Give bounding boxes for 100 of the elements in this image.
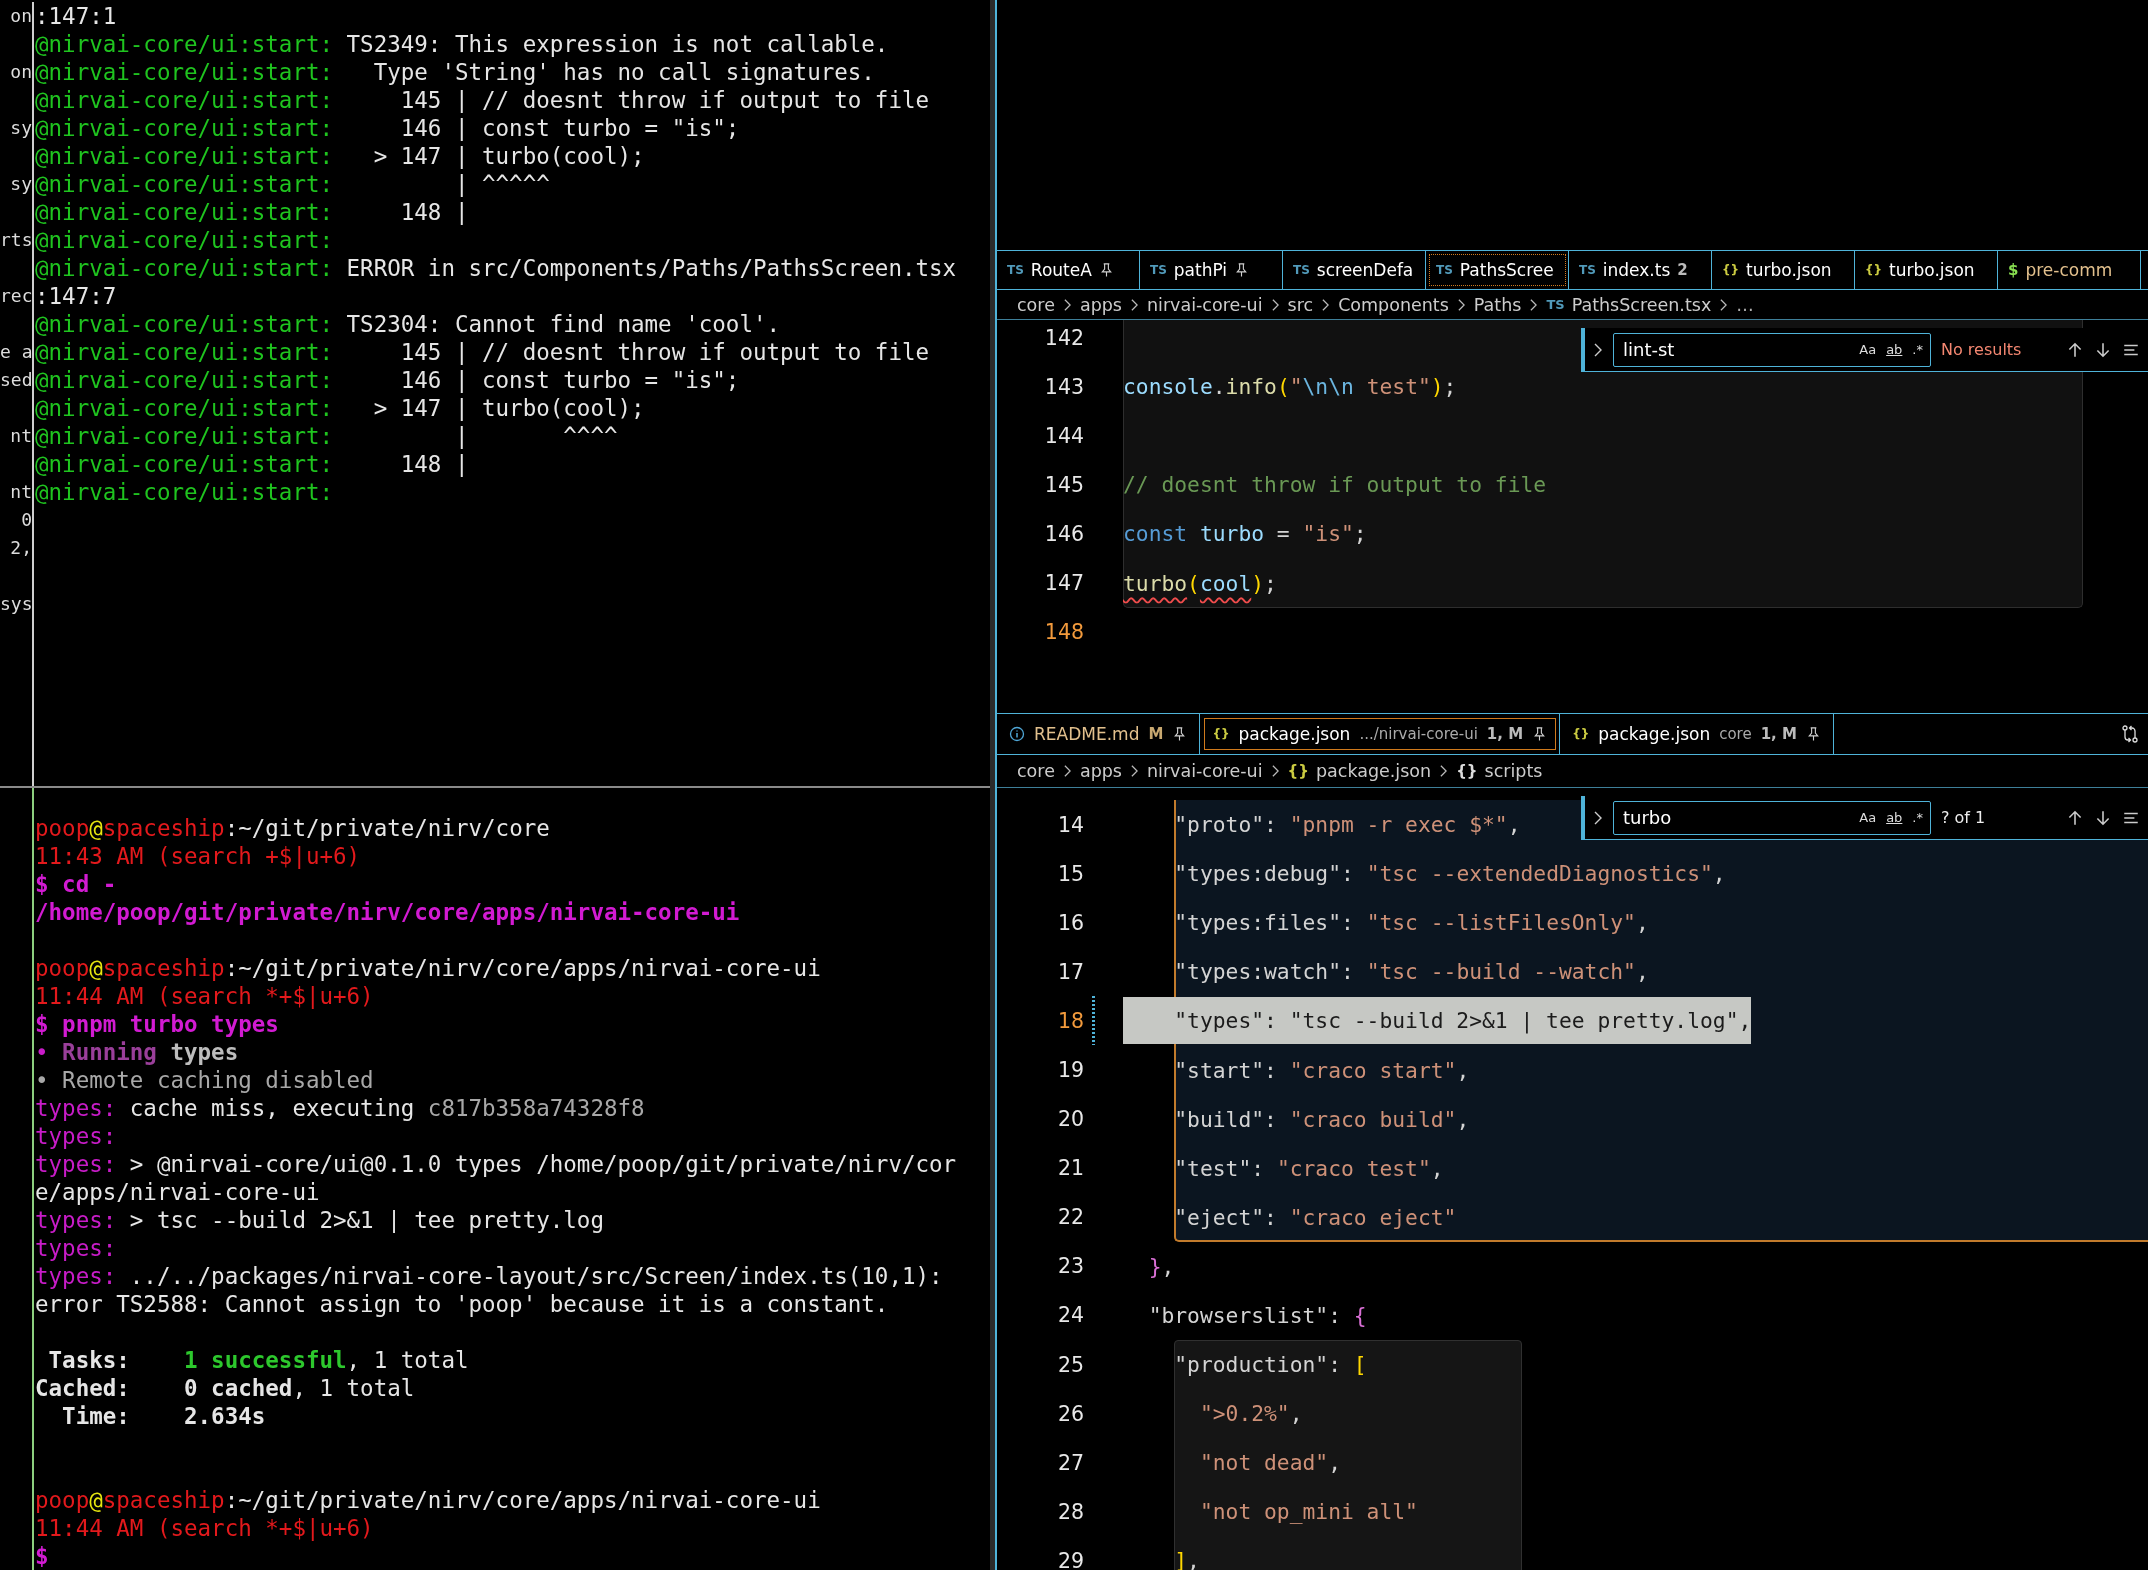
terminal-line: /home/poop/git/private/nirv/core/apps/nirvai-core-ui (35, 898, 740, 926)
chevron-icon (1321, 297, 1331, 312)
breadcrumb-item[interactable]: src (1287, 294, 1314, 315)
cut-off-text: sed (0, 368, 33, 392)
previous-match-icon[interactable] (2066, 340, 2084, 359)
breadcrumb-item[interactable]: nirvai-core-ui (1146, 294, 1263, 315)
previous-match-icon[interactable] (2066, 808, 2084, 827)
file-type-icon: TS (1436, 263, 1453, 277)
terminal-line: types: ../../packages/nirvai-core-layout/src/Screen/index.ts(10,1): (35, 1262, 943, 1290)
next-match-icon[interactable] (2094, 340, 2112, 359)
chevron-icon (1270, 764, 1280, 778)
info-icon (1009, 726, 1025, 742)
terminal-line: @nirvai-core/ui:start: 148 | (35, 198, 469, 226)
chevron-icon (1270, 297, 1280, 312)
terminal-line: @nirvai-core/ui:start: (35, 478, 333, 506)
chevron-icon (1129, 764, 1139, 778)
terminal-line: 11:44 AM (search *+$|u+6) (35, 982, 374, 1010)
terminal-line: @nirvai-core/ui:start: Type 'String' has no call signatures. (35, 58, 875, 86)
editor-tab[interactable]: TS screenDefa (1283, 251, 1426, 289)
terminal-line: @nirvai-core/ui:start: ERROR in src/Components/Paths/PathsScreen.tsx (35, 254, 957, 282)
terminal-line: @nirvai-core/ui:start: 145 | // doesnt throw if output to file (35, 338, 930, 366)
breadcrumb-item[interactable]: nirvai-core-ui (1146, 761, 1263, 781)
cut-off-text: rec (0, 284, 33, 308)
breadcrumb-item[interactable]: apps (1079, 294, 1122, 315)
editor-tab[interactable]: TS index.ts 2 (1569, 251, 1712, 289)
cut-off-text: 0 (21, 508, 32, 532)
line-number: 16 (1056, 910, 1084, 935)
chevron-icon (1129, 297, 1139, 312)
find-option-toggle[interactable]: ab (1884, 809, 1905, 826)
line-number: 143 (1043, 374, 1084, 399)
file-type-icon: {} (1456, 762, 1478, 780)
cut-off-text: e a (0, 340, 33, 364)
terminal-line: @nirvai-core/ui:start: (35, 226, 333, 254)
line-number: 18 (1056, 1008, 1084, 1033)
breadcrumb-item[interactable]: … (1736, 294, 1754, 315)
editor-tab[interactable]: {} package.json core 1, M (1560, 714, 1834, 754)
breadcrumb-item[interactable]: core (1017, 761, 1055, 781)
terminal-line: @nirvai-core/ui:start: 146 | const turbo = "is"; (35, 114, 740, 142)
editor-tab[interactable]: TS PathsScree (1426, 251, 1569, 289)
terminal-line: • Remote caching disabled (35, 1066, 374, 1094)
terminal-line: @nirvai-core/ui:start: TS2349: This expression is not callable. (35, 30, 889, 58)
terminal-line: poop@spaceship:~/git/private/nirv/core/apps/nirvai-core-ui (35, 954, 821, 982)
editor-tab[interactable]: README.md M (997, 714, 1201, 754)
breadcrumb-item[interactable]: Paths (1473, 294, 1522, 315)
code-line: const turbo = "is"; (1123, 520, 1367, 549)
chevron-icon (1439, 764, 1449, 778)
find-option-toggle[interactable]: Aa (1857, 341, 1879, 358)
terminal-line: 11:44 AM (search *+$|u+6) (35, 1514, 374, 1542)
pin-icon (1532, 726, 1548, 742)
line-number: 17 (1056, 959, 1084, 984)
compare-changes-icon[interactable] (2120, 724, 2140, 744)
breadcrumb-item[interactable]: {} package.json (1287, 761, 1432, 781)
cut-off-text: sy (10, 172, 32, 196)
file-type-icon: TS (1546, 297, 1565, 312)
file-type-icon: TS (1007, 263, 1024, 277)
terminal-line: @nirvai-core/ui:start: 145 | // doesnt throw if output to file (35, 86, 930, 114)
pin-icon (1172, 726, 1188, 742)
breadcrumb-item[interactable]: {} scripts (1456, 761, 1543, 781)
expand-replace-icon[interactable] (1593, 341, 1603, 358)
expand-replace-icon[interactable] (1593, 809, 1603, 826)
find-option-toggle[interactable]: ab (1884, 341, 1905, 358)
find-option-toggle[interactable]: .* (1910, 809, 1925, 826)
code-line: "types:files": "tsc --listFilesOnly", (1173, 909, 1649, 938)
editor-tab[interactable]: {} package.json .../nirvai-core-ui 1, M (1200, 714, 1561, 754)
file-type-icon: {} (1572, 727, 1590, 741)
code-line: "types:watch": "tsc --build --watch", (1173, 958, 1649, 987)
editor-tab[interactable]: {} turbo.json (1855, 251, 1998, 289)
editor-tab[interactable]: TS RouteA (997, 251, 1140, 289)
code-line: // doesnt throw if output to file (1123, 471, 1547, 500)
pin-icon (1234, 262, 1250, 278)
editor-tab[interactable]: TS pathPi (1140, 251, 1283, 289)
terminal-line: @nirvai-core/ui:start: TS2304: Cannot find name 'cool'. (35, 310, 781, 338)
code-line: }, (1147, 1252, 1175, 1281)
line-number: 14 (1056, 812, 1084, 837)
find-option-toggle[interactable]: .* (1910, 341, 1925, 358)
code-line: console.info("\n\n test"); (1123, 373, 1457, 402)
terminal-line: Tasks: 1 successful, 1 total (47, 1346, 469, 1374)
breadcrumb-item[interactable]: apps (1079, 761, 1122, 781)
breadcrumb-item[interactable]: TS PathsScreen.tsx (1546, 294, 1712, 315)
cut-off-text: sy (10, 116, 32, 140)
breadcrumb-item[interactable]: core (1017, 294, 1055, 315)
breadcrumb-item[interactable]: Components (1338, 294, 1449, 315)
cut-off-text: rts (0, 228, 33, 252)
editor-tab[interactable]: {} turbo.json (1712, 251, 1855, 289)
line-number: 26 (1056, 1401, 1084, 1426)
code-line: "eject": "craco eject" (1173, 1203, 1457, 1232)
line-number: 22 (1056, 1205, 1084, 1230)
cut-off-text: 2, (10, 536, 32, 560)
pin-icon (1098, 262, 1114, 278)
code-line: "not dead", (1198, 1449, 1341, 1478)
terminal-line: :147:1 (35, 2, 117, 30)
terminal-line: types: > tsc --build 2>&1 | tee pretty.log (35, 1206, 604, 1234)
next-match-icon[interactable] (2094, 808, 2112, 827)
find-option-toggle[interactable]: Aa (1857, 809, 1879, 826)
chevron-icon (1719, 297, 1729, 312)
terminal-line: poop@spaceship:~/git/private/nirv/core/apps/nirvai-core-ui (35, 1486, 821, 1514)
code-line: turbo(cool); (1123, 569, 1277, 598)
pin-icon (1805, 726, 1821, 742)
editor-tab[interactable]: $ pre-comm (1998, 251, 2141, 289)
line-number: 24 (1056, 1303, 1084, 1328)
